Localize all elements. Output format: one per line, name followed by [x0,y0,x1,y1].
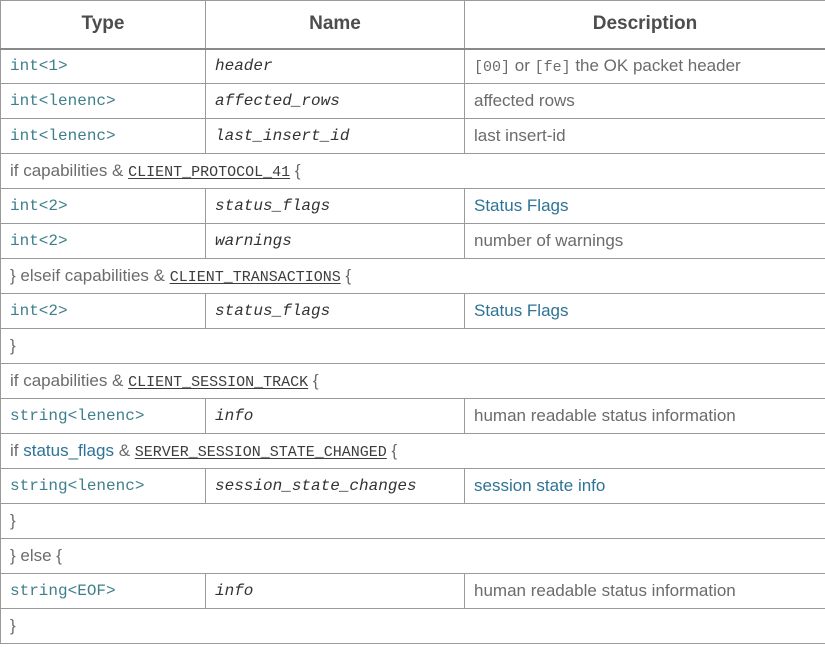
inline-text: } [10,616,16,635]
inline-link[interactable]: status_flags [23,441,114,460]
table-row: if capabilities & CLIENT_PROTOCOL_41 { [1,154,825,189]
column-header-name: Name [206,1,465,49]
cell-name: status_flags [206,189,465,224]
inline-text: } elseif capabilities & [10,266,170,285]
table-row: string<EOF>info human readable status inf… [1,574,825,609]
inline-text: { [341,266,351,285]
table-row: int<2>status_flags Status Flags [1,189,825,224]
table-row: } [1,609,825,644]
table-header-row: Type Name Description [1,1,825,49]
cell-description: session state info [465,469,825,504]
table-row: } else { [1,539,825,574]
cell-condition: if capabilities & CLIENT_SESSION_TRACK { [1,364,825,399]
inline-text: number of warnings [474,231,623,250]
cell-type: string<lenenc> [1,399,206,434]
cell-name: status_flags [206,294,465,329]
inline-text: } [10,511,16,530]
capability-constant[interactable]: SERVER_SESSION_STATE_CHANGED [135,444,387,461]
table-body: int<1>header[00] or [fe] the OK packet h… [1,49,825,644]
cell-condition: if status_flags & SERVER_SESSION_STATE_C… [1,434,825,469]
inline-text: human readable status information [474,581,736,600]
inline-text: if [10,441,23,460]
inline-text: if capabilities & [10,371,128,390]
table-row: string<lenenc>session_state_changes sessi… [1,469,825,504]
column-header-type: Type [1,1,206,49]
table-row: int<lenenc>affected_rows affected rows [1,84,825,119]
cell-type: int<1> [1,49,206,84]
inline-link[interactable]: Status Flags [474,301,569,320]
cell-type: int<lenenc> [1,84,206,119]
cell-name: header [206,49,465,84]
capability-constant[interactable]: CLIENT_TRANSACTIONS [170,269,341,286]
capability-constant[interactable]: CLIENT_SESSION_TRACK [128,374,308,391]
ok-packet-structure-table: Type Name Description int<1>header[00] o… [0,0,825,644]
cell-description: last insert-id [465,119,825,154]
cell-name: last_insert_id [206,119,465,154]
cell-condition: } elseif capabilities & CLIENT_TRANSACTI… [1,259,825,294]
cell-name: affected_rows [206,84,465,119]
table-row: string<lenenc>info human readable status … [1,399,825,434]
cell-description: Status Flags [465,294,825,329]
table-row: int<2>warnings number of warnings [1,224,825,259]
cell-type: int<2> [1,189,206,224]
table-row: } elseif capabilities & CLIENT_TRANSACTI… [1,259,825,294]
inline-text: } [10,336,16,355]
inline-text: & [114,441,135,460]
inline-text: human readable status information [474,406,736,425]
cell-condition: } else { [1,539,825,574]
inline-link[interactable]: session state info [474,476,605,495]
cell-condition: } [1,504,825,539]
table-row: int<2>status_flags Status Flags [1,294,825,329]
cell-type: int<2> [1,294,206,329]
cell-description: [00] or [fe] the OK packet header [465,49,825,84]
cell-type: string<EOF> [1,574,206,609]
table-row: } [1,329,825,364]
cell-type: string<lenenc> [1,469,206,504]
inline-link[interactable]: Status Flags [474,196,569,215]
cell-condition: } [1,609,825,644]
inline-text: { [290,161,300,180]
table-row: } [1,504,825,539]
cell-type: int<lenenc> [1,119,206,154]
inline-code: [fe] [535,59,571,76]
inline-text: last insert-id [474,126,566,145]
inline-text: or [510,56,535,75]
cell-description: number of warnings [465,224,825,259]
cell-type: int<2> [1,224,206,259]
inline-text: if capabilities & [10,161,128,180]
inline-text: { [308,371,318,390]
cell-name: info [206,574,465,609]
inline-text: the OK packet header [571,56,741,75]
cell-description: Status Flags [465,189,825,224]
cell-name: session_state_changes [206,469,465,504]
cell-condition: } [1,329,825,364]
table-row: int<lenenc>last_insert_id last insert-id [1,119,825,154]
inline-text: { [387,441,397,460]
table-header: Type Name Description [1,1,825,49]
cell-condition: if capabilities & CLIENT_PROTOCOL_41 { [1,154,825,189]
cell-name: info [206,399,465,434]
cell-description: human readable status information [465,574,825,609]
cell-description: human readable status information [465,399,825,434]
inline-code: [00] [474,59,510,76]
inline-text: } else { [10,546,62,565]
column-header-description: Description [465,1,825,49]
cell-name: warnings [206,224,465,259]
cell-description: affected rows [465,84,825,119]
inline-text: affected rows [474,91,575,110]
table-row: if capabilities & CLIENT_SESSION_TRACK { [1,364,825,399]
table-row: if status_flags & SERVER_SESSION_STATE_C… [1,434,825,469]
table-row: int<1>header[00] or [fe] the OK packet h… [1,49,825,84]
capability-constant[interactable]: CLIENT_PROTOCOL_41 [128,164,290,181]
